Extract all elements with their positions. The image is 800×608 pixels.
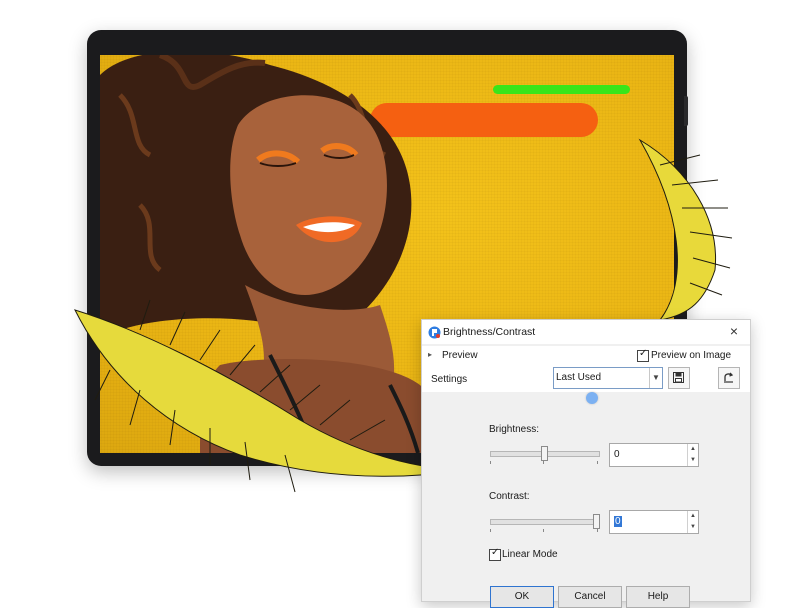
settings-row: Settings Last Used ▼ [422,367,750,392]
chevron-down-icon[interactable]: ▼ [649,368,662,388]
brightness-contrast-dialog: Brightness/Contrast × ▸ Preview ✓ Previe… [421,319,751,608]
checkmark-icon: ✓ [491,547,500,558]
linear-mode-checkbox[interactable]: ✓ [489,547,501,561]
close-icon[interactable]: × [726,323,742,339]
dialog-titlebar: Brightness/Contrast × [422,320,750,344]
brightness-slider[interactable] [490,446,600,464]
paintshop-icon [428,326,441,339]
cancel-button[interactable]: Cancel [558,586,622,608]
help-button[interactable]: Help [626,586,690,608]
preview-row: ▸ Preview ✓ Preview on Image [422,346,750,368]
spin-up-icon[interactable]: ▲ [687,511,698,522]
settings-label: Settings [431,374,468,385]
slider-tick [543,461,544,464]
preview-on-image-label[interactable]: Preview on Image [651,350,731,361]
spin-up-icon[interactable]: ▲ [687,444,698,455]
brightness-spinbox[interactable]: 0 ▲ ▼ [609,443,699,467]
save-preset-icon [673,372,684,383]
contrast-slider[interactable] [490,514,600,532]
settings-select[interactable]: Last Used ▼ [553,367,663,389]
ok-button[interactable]: OK [490,586,554,608]
spin-down-icon[interactable]: ▼ [687,522,698,533]
contrast-slider-track[interactable] [490,519,600,525]
slider-tick [543,529,544,532]
contrast-value[interactable]: 0 [614,516,622,527]
contrast-spinbox[interactable]: 0 ▲ ▼ [609,510,699,534]
contrast-slider-thumb[interactable] [593,514,600,529]
expand-arrow-icon[interactable]: ▸ [428,350,432,359]
settings-value: Last Used [556,372,602,383]
save-preset-button[interactable] [668,367,690,389]
brightness-value[interactable]: 0 [614,449,620,460]
preview-label[interactable]: Preview [442,350,478,361]
split-view-handle[interactable] [586,392,598,404]
slider-tick [490,529,491,532]
slider-tick [597,529,598,532]
brightness-label: Brightness: [489,424,540,435]
contrast-label: Contrast: [489,491,530,502]
reset-button[interactable] [718,367,740,389]
brightness-slider-thumb[interactable] [541,446,548,461]
reset-icon [724,372,734,383]
dialog-title: Brightness/Contrast [443,326,536,338]
slider-tick [597,461,598,464]
checkmark-icon: ✓ [639,348,648,359]
tablet-side-button [684,96,688,126]
spin-down-icon[interactable]: ▼ [687,455,698,466]
linear-mode-label[interactable]: Linear Mode [502,549,558,560]
preview-on-image-checkbox[interactable]: ✓ [637,348,649,362]
slider-tick [490,461,491,464]
